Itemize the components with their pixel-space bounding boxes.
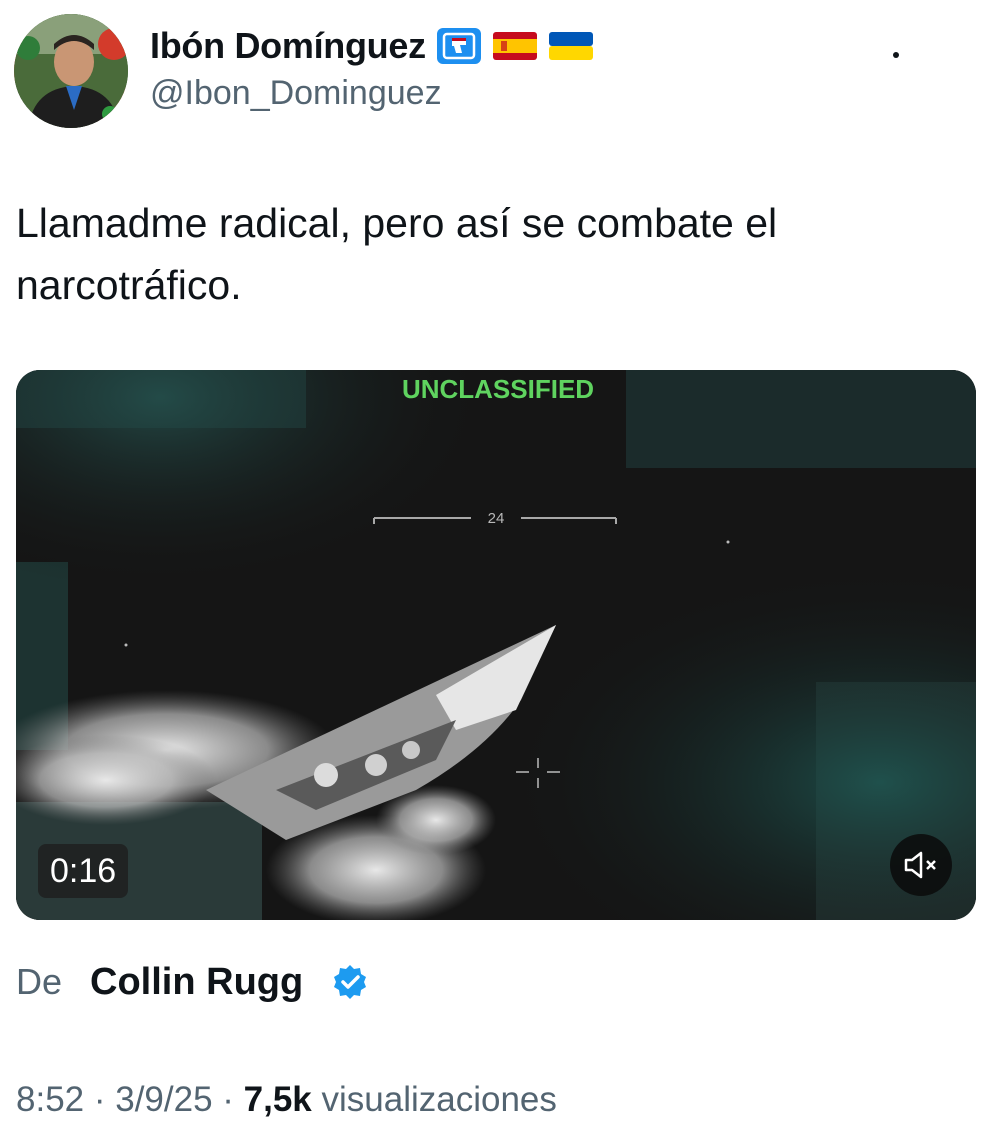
tweet-meta: 8:52 · 3/9/25 · 7,5k visualizaciones <box>16 1076 557 1124</box>
avatar-image <box>14 14 128 128</box>
speaker-muted-icon <box>904 851 936 879</box>
meta-separator: · <box>84 1080 116 1119</box>
views-count: 7,5k <box>243 1080 312 1119</box>
video-player[interactable]: UNCLASSIFIED 24 0:16 <box>16 370 976 920</box>
reticle-range: 24 <box>488 510 505 527</box>
video-frame: UNCLASSIFIED 24 <box>16 370 976 920</box>
tweet-text: Llamadme radical, pero así se combate el… <box>16 200 778 308</box>
mute-button[interactable] <box>890 834 952 896</box>
author-name-row[interactable]: Ibón Domínguez <box>150 24 594 68</box>
flag-ukraine-icon <box>548 28 594 64</box>
unclassified-label: UNCLASSIFIED <box>402 374 594 404</box>
author-handle[interactable]: @Ibon_Dominguez <box>150 74 442 113</box>
avatar[interactable] <box>14 14 128 128</box>
author-display-name[interactable]: Ibón Domínguez <box>150 25 426 67</box>
verified-badge-icon <box>331 963 369 1001</box>
meta-separator: · <box>212 1080 244 1119</box>
flag-spain-icon <box>492 28 538 64</box>
tweet-date[interactable]: 3/9/25 <box>115 1080 212 1120</box>
more-options-icon[interactable] <box>893 52 899 58</box>
views-label: visualizaciones <box>311 1080 557 1119</box>
source-account-name[interactable]: Collin Rugg <box>90 961 303 1004</box>
tweet-time[interactable]: 8:52 <box>16 1080 84 1120</box>
source-prefix: De <box>16 961 63 1002</box>
video-duration: 0:16 <box>38 844 129 898</box>
video-source: De Collin Rugg <box>16 958 369 1006</box>
spain-fist-icon <box>436 28 482 64</box>
